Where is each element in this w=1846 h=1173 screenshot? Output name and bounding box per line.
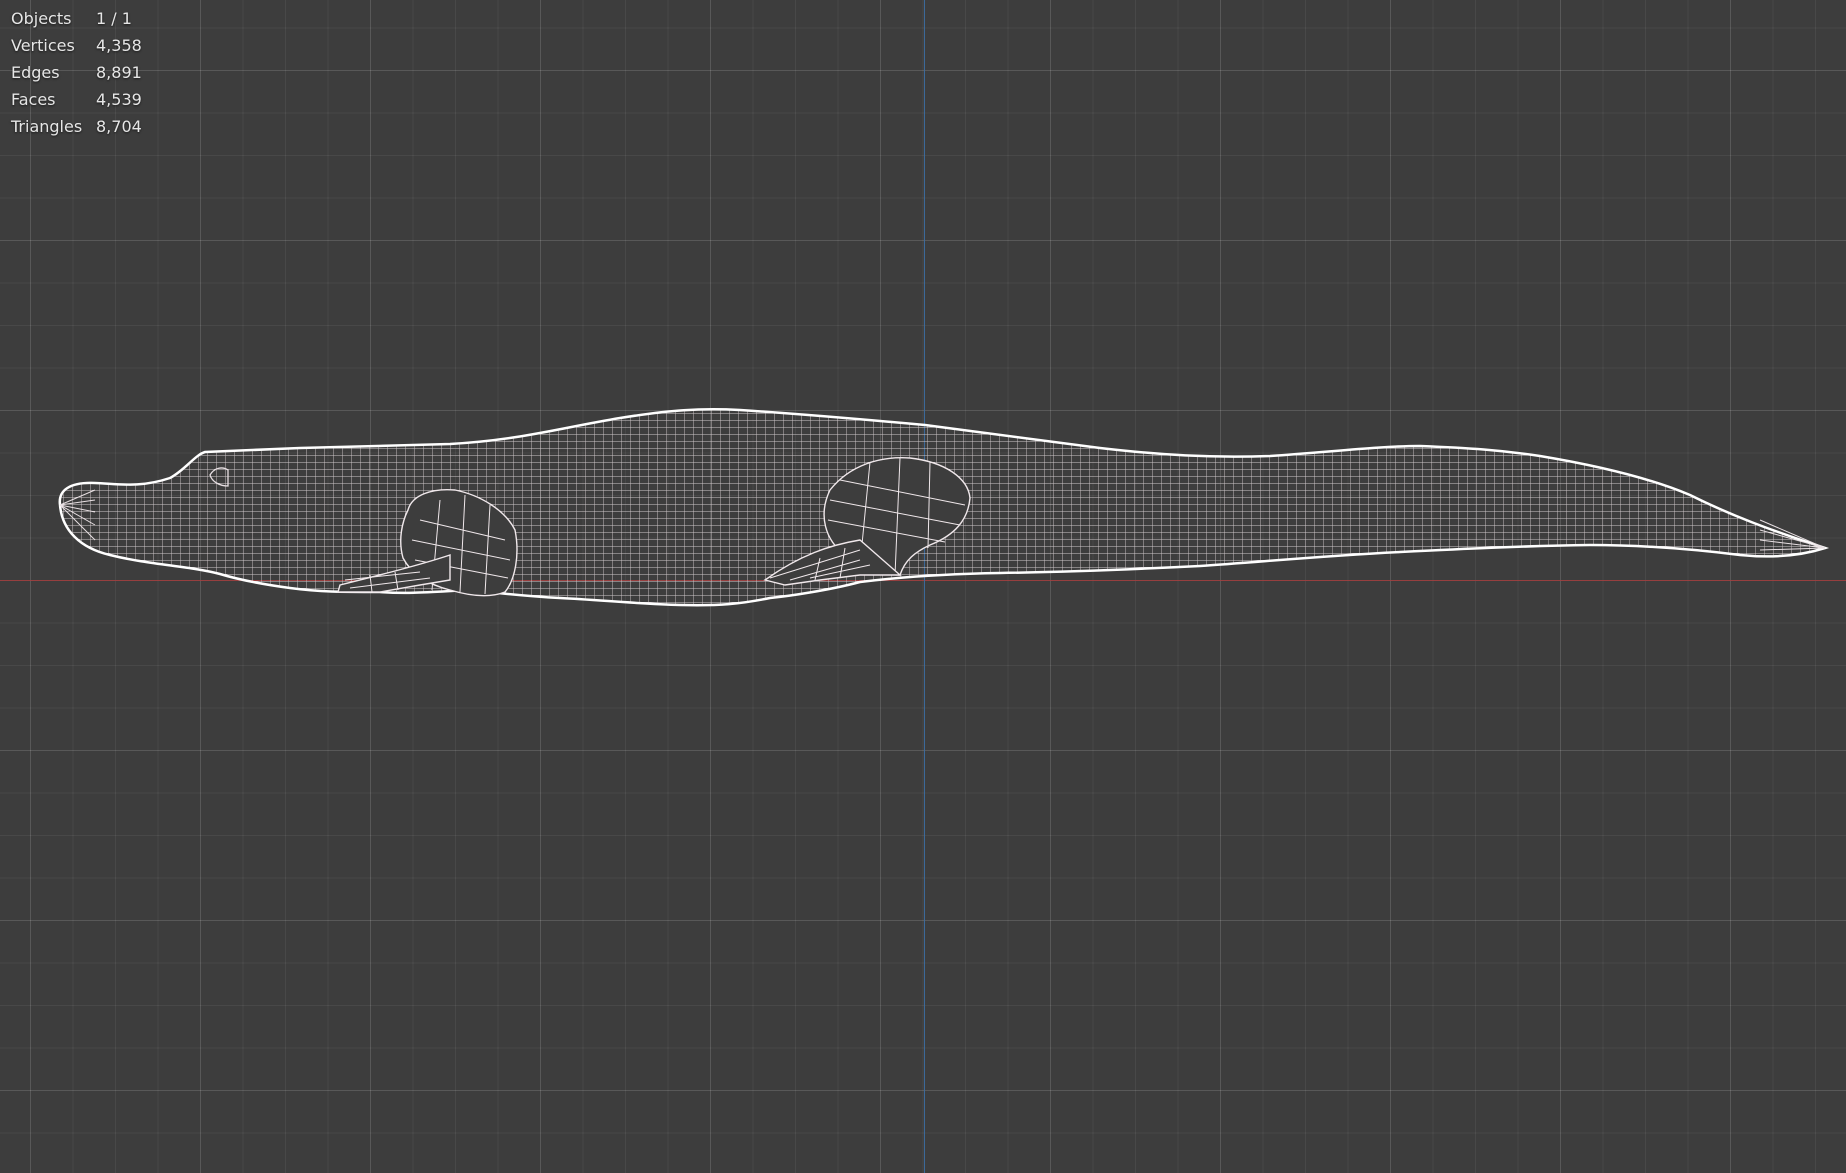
stat-value: 1 / 1 (96, 9, 132, 28)
3d-viewport[interactable]: Objects 1 / 1 Vertices 4,358 Edges 8,891… (0, 0, 1846, 1173)
stat-label: Objects (11, 9, 72, 28)
stat-label: Triangles (11, 117, 83, 136)
stat-value: 8,704 (96, 117, 142, 136)
stat-label: Vertices (11, 36, 75, 55)
stat-triangles: Triangles 8,704 (11, 113, 156, 140)
crocodile-wireframe-mesh[interactable] (0, 0, 1846, 1173)
stat-label: Edges (11, 63, 60, 82)
stat-vertices: Vertices 4,358 (11, 32, 156, 59)
stat-value: 8,891 (96, 63, 142, 82)
stat-value: 4,358 (96, 36, 142, 55)
stat-value: 4,539 (96, 90, 142, 109)
stat-objects: Objects 1 / 1 (11, 5, 156, 32)
stat-edges: Edges 8,891 (11, 59, 156, 86)
stat-faces: Faces 4,539 (11, 86, 156, 113)
scene-statistics-overlay: Objects 1 / 1 Vertices 4,358 Edges 8,891… (11, 5, 156, 140)
stat-label: Faces (11, 90, 56, 109)
